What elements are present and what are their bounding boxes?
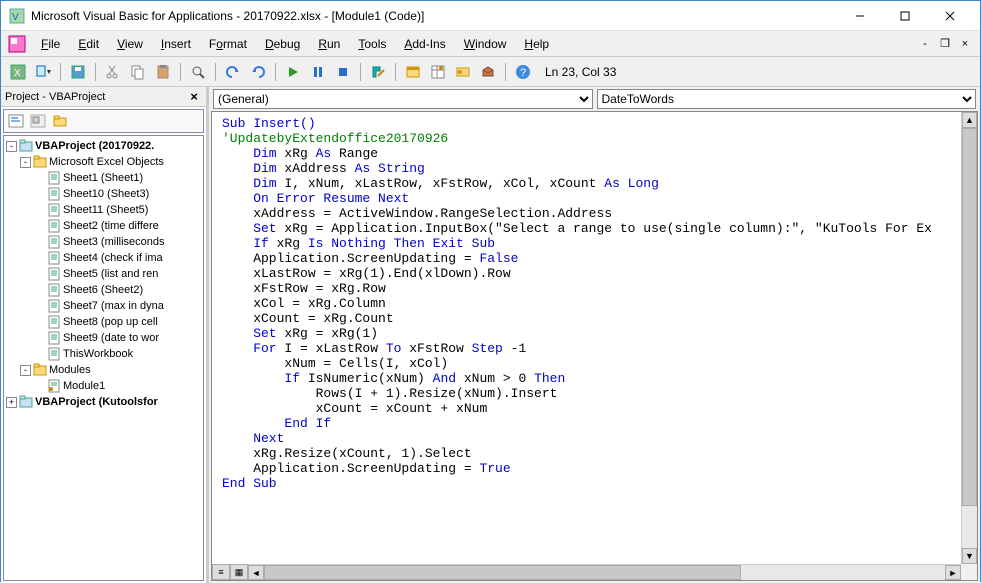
vscroll-thumb[interactable] [962,128,977,506]
tree-sheet-item[interactable]: Sheet7 (max in dyna [6,298,201,314]
object-dropdown[interactable]: (General) [213,89,593,109]
menu-insert[interactable]: Insert [153,34,199,54]
paste-button[interactable] [152,61,174,83]
insert-dropdown-button[interactable] [32,61,54,83]
menu-addins[interactable]: Add-Ins [396,34,453,54]
svg-text:V: V [12,12,19,23]
hscroll-thumb[interactable] [264,565,741,580]
svg-text:X: X [14,68,21,79]
menu-edit[interactable]: Edit [70,34,107,54]
mdi-restore-button[interactable]: ❐ [936,35,954,53]
tree-sheet-item[interactable]: Sheet8 (pop up cell [6,314,201,330]
mdi-minimize-button[interactable]: - [916,35,934,53]
scroll-left-button[interactable]: ◄ [248,565,264,580]
tree-sheet-item[interactable]: Sheet9 (date to wor [6,330,201,346]
cursor-position: Ln 23, Col 33 [545,65,616,79]
break-button[interactable] [307,61,329,83]
window-minimize-button[interactable] [837,2,882,30]
tree-sheet-item[interactable]: Sheet2 (time differe [6,218,201,234]
tree-sheet-item[interactable]: ThisWorkbook [6,346,201,362]
vba-icon [7,34,27,54]
project-panel-close-button[interactable]: × [186,89,202,105]
mdi-close-button[interactable]: × [956,35,974,53]
full-module-view-button[interactable]: ▦ [230,564,248,580]
project-explorer-panel: Project - VBAProject × -VBAProject (2017… [1,87,209,583]
window-title: Microsoft Visual Basic for Applications … [31,9,837,23]
tree-sheet-item[interactable]: Sheet4 (check if ima [6,250,201,266]
horizontal-scrollbar[interactable]: ◄ ► [212,564,961,580]
tree-project-root[interactable]: -VBAProject (20170922. [6,138,201,154]
menu-file[interactable]: File [33,34,68,54]
cut-button[interactable] [102,61,124,83]
object-browser-button[interactable] [452,61,474,83]
save-button[interactable] [67,61,89,83]
menu-debug[interactable]: Debug [257,34,308,54]
tree-sheet-item[interactable]: Sheet6 (Sheet2) [6,282,201,298]
code-panel: (General) DateToWords Sub Insert() 'Upda… [209,87,980,583]
menu-view[interactable]: View [109,34,151,54]
expand-icon[interactable]: - [20,365,31,376]
project-tree[interactable]: -VBAProject (20170922. -Microsoft Excel … [3,135,204,581]
expand-icon[interactable]: - [6,141,17,152]
toggle-folders-button[interactable] [50,112,70,130]
redo-button[interactable] [247,61,269,83]
view-code-button[interactable] [6,112,26,130]
copy-button[interactable] [127,61,149,83]
menu-format[interactable]: Format [201,34,255,54]
window-maximize-button[interactable] [882,2,927,30]
scroll-up-button[interactable]: ▲ [962,112,977,128]
tree-sheet-item[interactable]: Sheet3 (milliseconds [6,234,201,250]
scroll-right-button[interactable]: ► [945,565,961,580]
project-panel-title: Project - VBAProject [5,91,186,103]
tree-excel-objects-folder[interactable]: -Microsoft Excel Objects [6,154,201,170]
code-editor[interactable]: Sub Insert() 'UpdatebyExtendoffice201709… [212,112,961,564]
run-button[interactable] [282,61,304,83]
menubar: File Edit View Insert Format Debug Run T… [1,31,980,57]
tree-sheet-item[interactable]: Sheet11 (Sheet5) [6,202,201,218]
menu-tools[interactable]: Tools [350,34,394,54]
scroll-down-button[interactable]: ▼ [962,548,977,564]
expand-icon[interactable]: - [20,157,31,168]
svg-text:?: ? [520,67,526,79]
toolbox-button[interactable] [477,61,499,83]
app-icon: V [9,8,25,24]
titlebar: V Microsoft Visual Basic for Application… [1,1,980,31]
menu-run[interactable]: Run [310,34,348,54]
find-button[interactable] [187,61,209,83]
design-mode-button[interactable] [367,61,389,83]
toolbar: X ? Ln 23, Col 33 [1,57,980,87]
view-excel-button[interactable]: X [7,61,29,83]
window-close-button[interactable] [927,2,972,30]
undo-button[interactable] [222,61,244,83]
view-object-button[interactable] [28,112,48,130]
tree-modules-folder[interactable]: -Modules [6,362,201,378]
procedure-view-button[interactable]: ≡ [212,564,230,580]
menu-help[interactable]: Help [516,34,557,54]
tree-module1[interactable]: Module1 [6,378,201,394]
project-explorer-button[interactable] [402,61,424,83]
help-button[interactable]: ? [512,61,534,83]
menu-window[interactable]: Window [456,34,515,54]
tree-project-kutools[interactable]: +VBAProject (Kutoolsfor [6,394,201,410]
vertical-scrollbar[interactable]: ▲ ▼ [961,112,977,564]
expand-icon[interactable]: + [6,397,17,408]
tree-sheet-item[interactable]: Sheet5 (list and ren [6,266,201,282]
tree-sheet-item[interactable]: Sheet1 (Sheet1) [6,170,201,186]
properties-button[interactable] [427,61,449,83]
reset-button[interactable] [332,61,354,83]
procedure-dropdown[interactable]: DateToWords [597,89,977,109]
tree-sheet-item[interactable]: Sheet10 (Sheet3) [6,186,201,202]
